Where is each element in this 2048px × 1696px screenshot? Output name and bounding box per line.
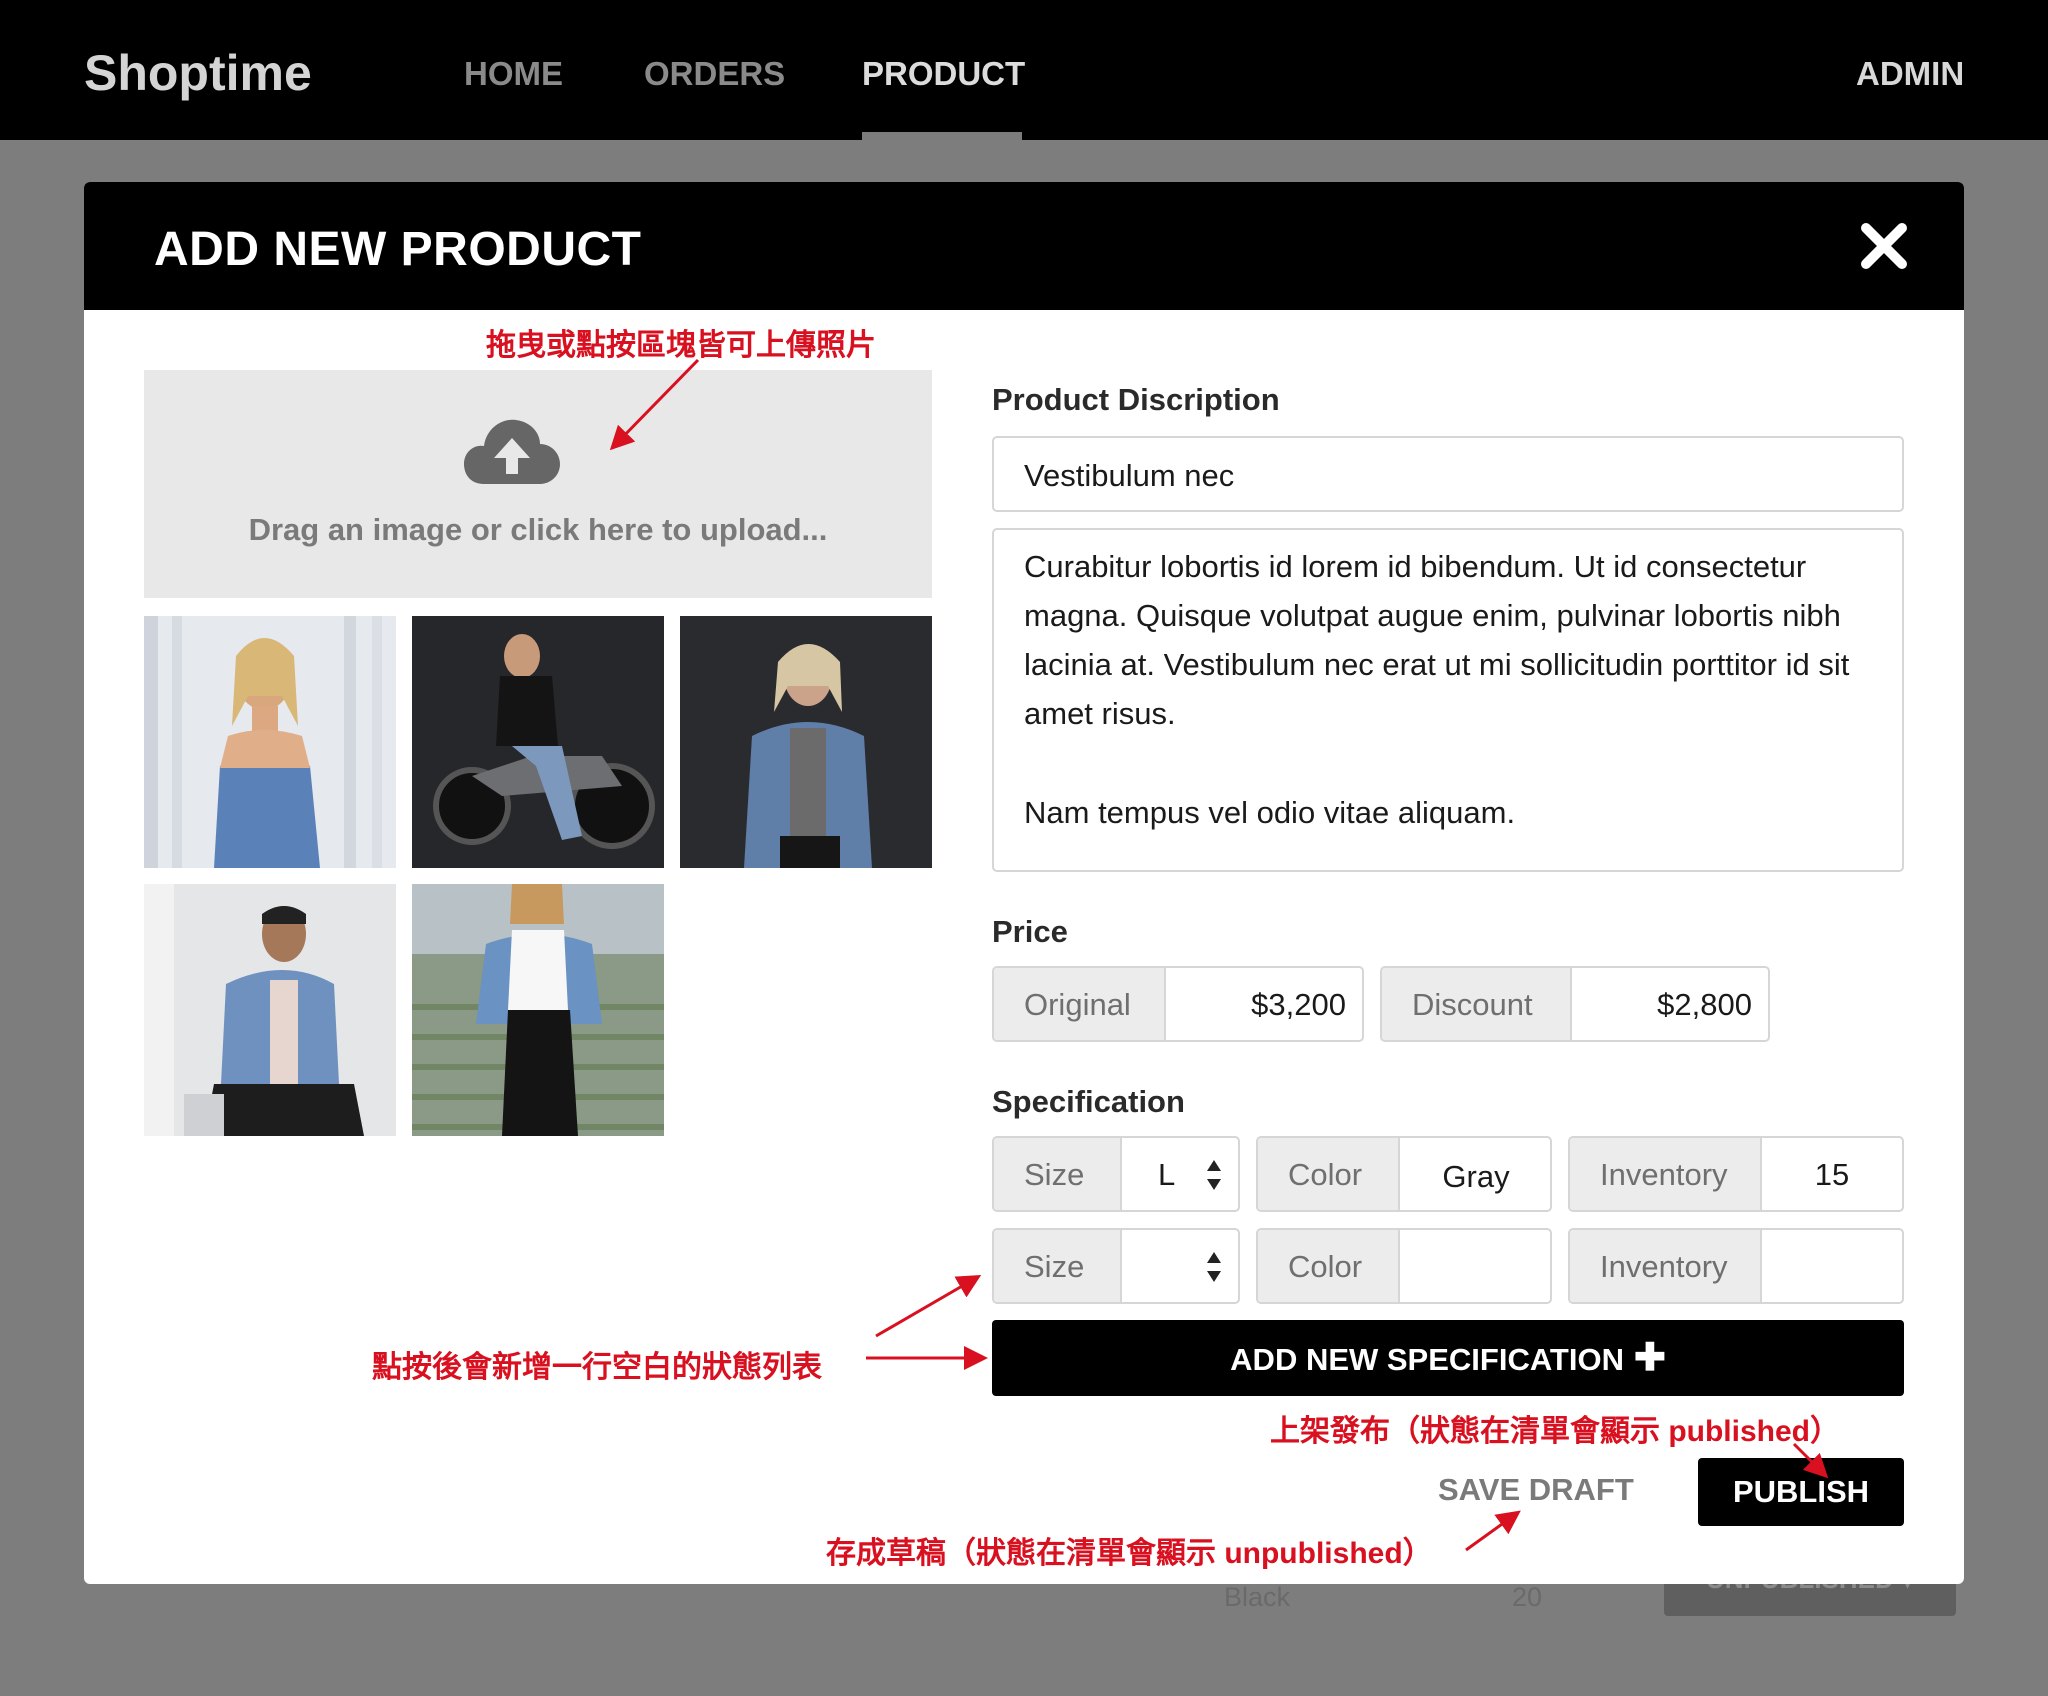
description-paragraph-2: Nam tempus vel odio vitae aliquam. (1024, 795, 1516, 830)
close-icon (1861, 223, 1907, 269)
specification-label: Specification (992, 1084, 1185, 1119)
color-label: Color (1258, 1230, 1400, 1302)
photo-thumbnail-4[interactable] (144, 884, 396, 1136)
annotation-publish: 上架發布（狀態在清單會顯示 published） (1270, 1415, 1840, 1448)
nav-home[interactable]: HOME (464, 55, 563, 93)
inventory-value: 15 (1814, 1157, 1850, 1192)
inventory-input[interactable]: Inventory 15 (1568, 1136, 1904, 1212)
original-price-value: $3,200 (1251, 987, 1346, 1022)
photo-woman-denim-jacket (680, 616, 932, 868)
size-select[interactable]: Size L (992, 1136, 1240, 1212)
annotation-draft: 存成草稿（狀態在清單會顯示 unpublished） (826, 1537, 1433, 1570)
color-label: Color (1258, 1138, 1400, 1210)
color-value (1400, 1230, 1550, 1302)
plus-icon: ✚ (1633, 1337, 1666, 1379)
add-specification-label: ADD NEW SPECIFICATION (1230, 1342, 1624, 1377)
close-button[interactable] (1860, 222, 1908, 270)
add-product-modal: ADD NEW PRODUCT Drag an image or click h… (84, 182, 1964, 1584)
image-upload-dropzone[interactable]: Drag an image or click here to upload... (144, 370, 932, 598)
upload-hint: Drag an image or click here to upload... (248, 512, 828, 547)
size-label: Size (994, 1230, 1122, 1302)
annotation-upload: 拖曳或點按區塊皆可上傳照片 (486, 329, 876, 362)
original-price-label: Original (994, 968, 1166, 1040)
inventory-value (1762, 1230, 1902, 1302)
cloud-upload-icon (464, 419, 560, 484)
product-title-input[interactable]: Vestibulum nec (992, 436, 1904, 512)
save-draft-button[interactable]: SAVE DRAFT (1438, 1472, 1634, 1508)
discount-price-value: $2,800 (1657, 987, 1752, 1022)
color-input-empty[interactable]: Color (1256, 1228, 1552, 1304)
color-input[interactable]: Color Gray (1256, 1136, 1552, 1212)
price-label: Price (992, 914, 1068, 949)
discount-price-label: Discount (1382, 968, 1572, 1040)
inventory-input-empty[interactable]: Inventory (1568, 1228, 1904, 1304)
photo-woman-white-tank (412, 884, 664, 1136)
bg-row-color: Black (1224, 1582, 1291, 1612)
photo-thumbnail-3[interactable] (680, 616, 932, 868)
photo-man-denim-jacket (144, 884, 396, 1136)
modal-header: ADD NEW PRODUCT (84, 182, 1964, 310)
bg-row-inventory: 20 (1512, 1582, 1543, 1612)
product-title-value: Vestibulum nec (1024, 458, 1235, 493)
description-paragraph-1: Curabitur lobortis id lorem id bibendum.… (1024, 549, 1850, 731)
publish-button[interactable]: PUBLISH (1698, 1458, 1904, 1526)
size-value: L (1158, 1157, 1176, 1192)
color-value: Gray (1442, 1159, 1510, 1194)
brand-logo[interactable]: Shoptime (84, 44, 312, 102)
photo-woman-motorcycle (412, 616, 664, 868)
inventory-label: Inventory (1570, 1230, 1762, 1302)
active-tab-indicator (862, 132, 1022, 140)
nav-orders[interactable]: ORDERS (644, 55, 785, 93)
size-select-empty[interactable]: Size (992, 1228, 1240, 1304)
inventory-label: Inventory (1570, 1138, 1762, 1210)
photo-woman-denim-top (144, 616, 396, 868)
modal-title: ADD NEW PRODUCT (154, 223, 642, 276)
description-label: Product Discription (992, 382, 1280, 417)
product-description-textarea[interactable]: Curabitur lobortis id lorem id bibendum.… (992, 528, 1904, 872)
select-stepper-icon (1207, 1252, 1221, 1282)
size-label: Size (994, 1138, 1122, 1210)
photo-thumbnail-2[interactable] (412, 616, 664, 868)
add-specification-button[interactable]: ADD NEW SPECIFICATION ✚ (992, 1320, 1904, 1396)
top-navbar: Shoptime HOME ORDERS PRODUCT ADMIN (0, 0, 2048, 140)
photo-thumbnail-1[interactable] (144, 616, 396, 868)
nav-product[interactable]: PRODUCT (862, 55, 1025, 93)
original-price-group[interactable]: Original $3,200 (992, 966, 1364, 1042)
select-stepper-icon (1207, 1160, 1221, 1190)
photo-thumbnail-5[interactable] (412, 884, 664, 1136)
discount-price-group[interactable]: Discount $2,800 (1380, 966, 1770, 1042)
annotation-add-spec: 點按後會新增一行空白的狀態列表 (372, 1351, 822, 1384)
nav-admin[interactable]: ADMIN (1856, 55, 1964, 93)
